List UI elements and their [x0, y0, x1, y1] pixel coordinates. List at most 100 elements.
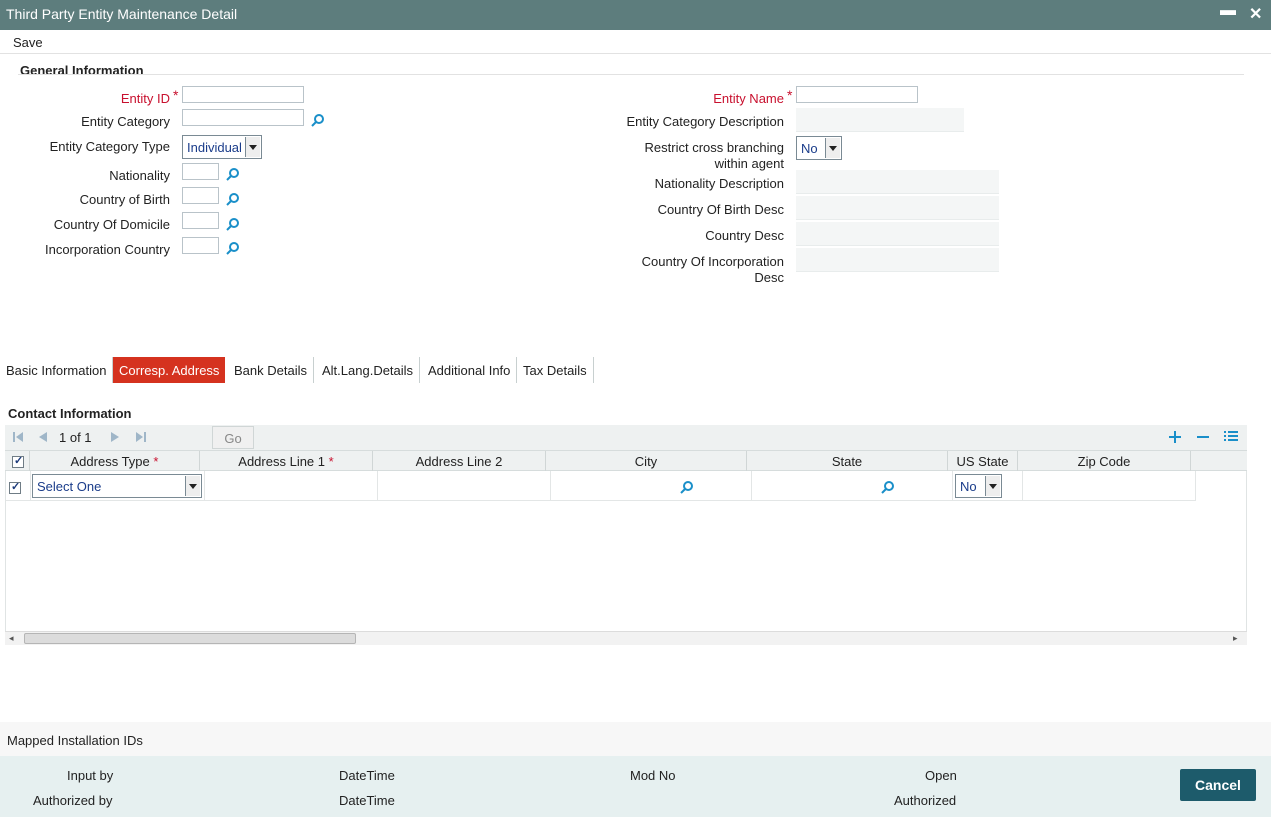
column-header-state[interactable]: State — [747, 451, 948, 471]
address-type-select[interactable]: Select One — [32, 474, 202, 498]
record-status-label: Open — [925, 768, 957, 783]
tab-basic-information[interactable]: Basic Information — [0, 357, 114, 383]
add-row-icon[interactable] — [1169, 431, 1181, 443]
restrict-label-line2: within agent — [714, 156, 784, 171]
us-state-cell: No — [953, 471, 1023, 501]
table-row: Select One No — [6, 471, 1246, 502]
last-page-icon[interactable] — [135, 431, 147, 443]
city-cell[interactable] — [551, 471, 752, 501]
scroll-right-icon[interactable]: ▸ — [1233, 633, 1238, 644]
list-view-icon[interactable] — [1224, 430, 1238, 443]
nationality-desc-field — [796, 170, 999, 194]
search-icon[interactable] — [311, 113, 325, 127]
tab-tax-details[interactable]: Tax Details — [517, 357, 594, 383]
section-title-contact: Contact Information — [8, 406, 132, 421]
country-of-incorporation-desc-field — [796, 248, 999, 272]
entity-id-label: Entity ID — [120, 91, 170, 106]
mapped-installation-ids-link[interactable]: Mapped Installation IDs — [7, 733, 143, 748]
column-header-us-state[interactable]: US State — [948, 451, 1018, 471]
row-select-cell — [6, 471, 31, 501]
nationality-label: Nationality — [109, 168, 170, 183]
row-checkbox[interactable] — [9, 480, 21, 494]
us-state-value: No — [960, 479, 977, 494]
country-desc-label: Country Desc — [705, 228, 784, 243]
authorized-by-label: Authorized by — [33, 793, 113, 808]
grid-header: Address Type * Address Line 1 * Address … — [5, 450, 1247, 471]
save-button[interactable]: Save — [13, 35, 43, 50]
entity-category-input[interactable] — [182, 109, 304, 126]
delete-row-icon[interactable] — [1197, 431, 1209, 443]
datetime-label: DateTime — [339, 768, 395, 783]
tab-additional-info[interactable]: Additional Info — [422, 357, 518, 383]
country-inc-desc-line2: Desc — [754, 270, 784, 285]
column-header-address-line-1[interactable]: Address Line 1 * — [200, 451, 373, 471]
entity-category-desc-label: Entity Category Description — [626, 114, 784, 129]
chevron-down-icon[interactable] — [185, 476, 200, 496]
cancel-button[interactable]: Cancel — [1180, 769, 1256, 801]
incorporation-country-input[interactable] — [182, 237, 219, 254]
required-marker: * — [173, 87, 179, 103]
entity-category-desc-field — [796, 108, 964, 132]
us-state-select[interactable]: No — [955, 474, 1002, 498]
toolbar: Save — [0, 30, 1271, 54]
column-label: Address Type — [70, 454, 150, 469]
search-icon[interactable] — [226, 192, 240, 206]
nationality-desc-label: Nationality Description — [654, 176, 784, 191]
select-all-checkbox[interactable] — [12, 454, 24, 468]
go-button[interactable]: Go — [212, 426, 254, 449]
minimize-icon[interactable]: ▬ — [1220, 2, 1236, 20]
tab-bank-details[interactable]: Bank Details — [228, 357, 314, 383]
column-header-zip-code[interactable]: Zip Code — [1018, 451, 1191, 471]
entity-id-input[interactable] — [182, 86, 304, 103]
state-cell[interactable] — [752, 471, 953, 501]
country-of-domicile-label: Country Of Domicile — [53, 217, 170, 232]
horizontal-scrollbar[interactable]: ◂ ▸ — [5, 631, 1247, 645]
mod-no-label: Mod No — [630, 768, 676, 783]
grid-body: Select One No — [5, 471, 1247, 631]
address-type-cell: Select One — [31, 471, 205, 501]
tab-corresp-address[interactable]: Corresp. Address — [113, 357, 226, 383]
chevron-down-icon[interactable] — [245, 137, 260, 157]
column-header-city[interactable]: City — [546, 451, 747, 471]
entity-category-type-value: Individual — [187, 140, 242, 155]
next-page-icon[interactable] — [109, 431, 121, 443]
nationality-input[interactable] — [182, 163, 219, 180]
country-of-birth-input[interactable] — [182, 187, 219, 204]
column-header-address-line-2[interactable]: Address Line 2 — [373, 451, 546, 471]
zip-code-cell[interactable] — [1023, 471, 1196, 501]
address-line-2-cell[interactable] — [378, 471, 551, 501]
scrollbar-thumb[interactable] — [24, 633, 356, 644]
country-of-birth-desc-label: Country Of Birth Desc — [657, 202, 784, 217]
scroll-left-icon[interactable]: ◂ — [9, 633, 14, 644]
search-icon[interactable] — [226, 167, 240, 181]
entity-name-input[interactable] — [796, 86, 918, 103]
datetime-label: DateTime — [339, 793, 395, 808]
column-header-address-type[interactable]: Address Type * — [30, 451, 200, 471]
country-of-domicile-input[interactable] — [182, 212, 219, 229]
window-title: Third Party Entity Maintenance Detail — [6, 6, 238, 22]
chevron-down-icon[interactable] — [985, 476, 1000, 496]
search-icon[interactable] — [881, 480, 895, 494]
search-icon[interactable] — [226, 217, 240, 231]
required-marker: * — [328, 454, 334, 469]
restrict-label-line1: Restrict cross branching — [644, 140, 784, 155]
chevron-down-icon[interactable] — [825, 138, 840, 158]
country-desc-field — [796, 222, 999, 246]
required-marker: * — [153, 454, 159, 469]
entity-category-label: Entity Category — [81, 114, 170, 129]
header-select-all-cell — [5, 451, 30, 471]
address-type-value: Select One — [37, 479, 102, 494]
close-icon[interactable]: ✕ — [1249, 4, 1262, 24]
search-icon[interactable] — [226, 241, 240, 255]
search-icon[interactable] — [680, 480, 694, 494]
tab-alt-lang-details[interactable]: Alt.Lang.Details — [316, 357, 421, 383]
authorization-status-label: Authorized — [894, 793, 957, 808]
prev-page-icon[interactable] — [37, 431, 49, 443]
mapped-installation-bar: Mapped Installation IDs — [0, 722, 1271, 756]
address-line-1-cell[interactable] — [205, 471, 378, 501]
entity-category-type-select[interactable]: Individual — [182, 135, 262, 159]
column-label: Address Line 1 — [238, 454, 326, 469]
first-page-icon[interactable] — [12, 431, 24, 443]
restrict-cross-branching-select[interactable]: No — [796, 136, 842, 160]
country-of-birth-desc-field — [796, 196, 999, 220]
